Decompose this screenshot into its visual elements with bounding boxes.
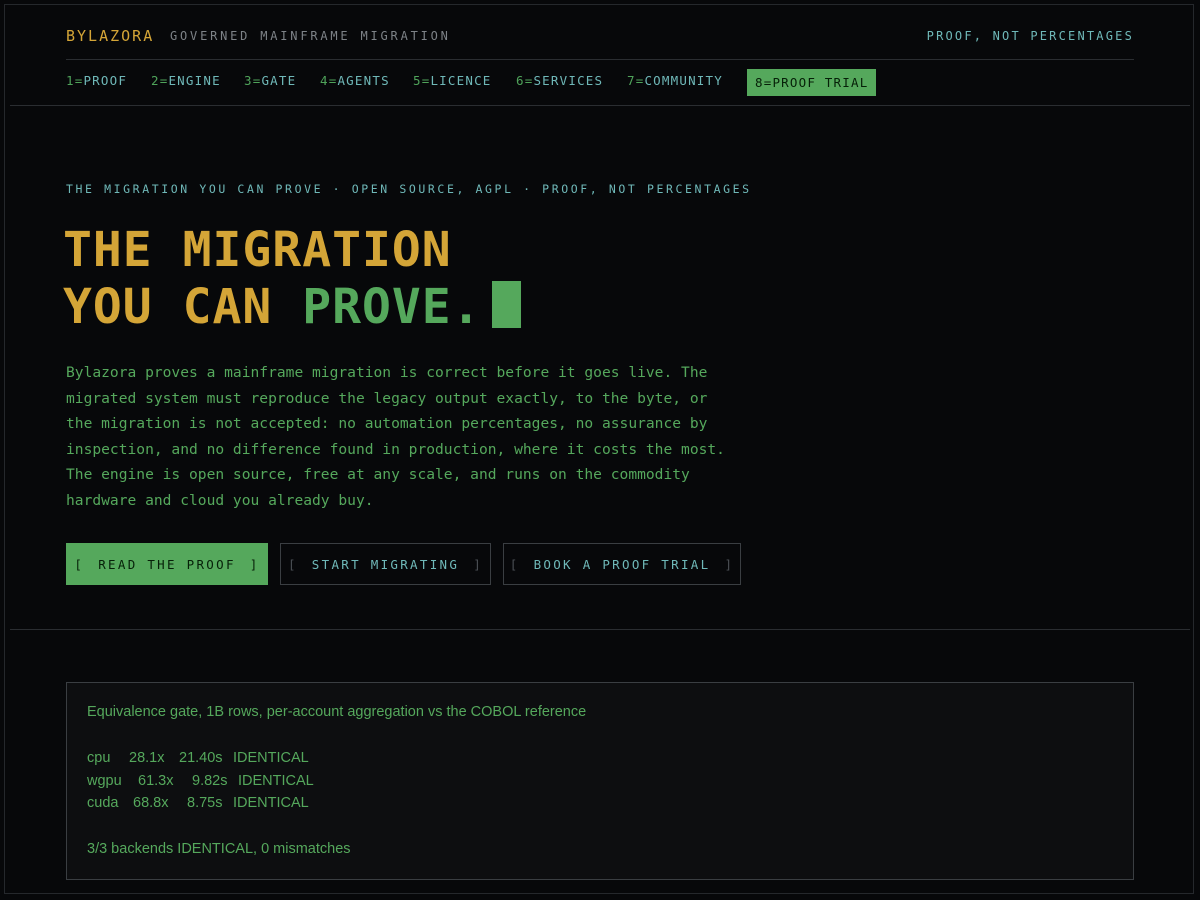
brand-logo[interactable]: BYLAZORA [66,27,154,45]
proof-row: cuda 68.8x 8.75s IDENTICAL [87,795,309,811]
nav-item-agents[interactable]: 4=AGENTS [320,73,390,88]
start-migrating-button[interactable]: [ START MIGRATING ] [280,543,491,585]
book-proof-trial-label: BOOK A PROOF TRIAL [533,556,711,572]
proof-summary: 3/3 backends IDENTICAL, 0 mismatches [87,841,351,857]
nav-item-proof[interactable]: 1=PROOF [66,73,127,88]
hero-description: Bylazora proves a mainframe migration is… [66,364,725,509]
nav-item-community[interactable]: 7=COMMUNITY [627,73,723,88]
nav-item-services[interactable]: 6=SERVICES [516,73,603,88]
speedup: 61.3x [138,773,174,789]
backend-name: cuda [87,795,119,811]
result: IDENTICAL [238,773,314,789]
result: IDENTICAL [233,795,309,811]
duration: 8.75s [187,795,223,811]
headline-prove-word: PROVE. [302,279,482,335]
proof-row: wgpu 61.3x 9.82s IDENTICAL [87,773,314,789]
backend-name: cpu [87,750,111,766]
nav-item-engine[interactable]: 2=ENGINE [151,73,221,88]
hero-eyebrow: THE MIGRATION YOU CAN PROVE · OPEN SOURC… [66,182,752,196]
blinking-cursor [492,281,521,328]
proof-row: cpu 28.1x 21.40s IDENTICAL [87,750,309,766]
nav-item-proof-trial[interactable]: 8=PROOF TRIAL [747,69,877,96]
duration: 21.40s [179,750,223,766]
result: IDENTICAL [233,750,309,766]
brand-tagline: GOVERNED MAINFRAME MIGRATION [170,29,451,43]
proof-title: Equivalence gate, 1B rows, per-account a… [87,704,587,720]
read-proof-label: READ THE PROOF [98,556,236,572]
duration: 9.82s [192,773,228,789]
section-divider [10,629,1190,630]
backend-name: wgpu [87,773,122,789]
read-proof-button[interactable]: [ READ THE PROOF ] [66,543,268,585]
headline-line-1: THE MIGRATION [63,222,452,278]
header-divider [66,59,1134,60]
headline-line-2a: YOU CAN [63,279,303,335]
nav-item-gate[interactable]: 3=GATE [244,73,296,88]
speedup: 68.8x [133,795,169,811]
proof-output-panel: Equivalence gate, 1B rows, per-account a… [66,682,1134,880]
start-migrating-label: START MIGRATING [311,556,460,572]
speedup: 28.1x [129,750,165,766]
header-motto: PROOF, NOT PERCENTAGES [926,29,1134,43]
hero-headline: THE MIGRATION YOU CAN PROVE. [63,222,482,336]
book-proof-trial-button[interactable]: [ BOOK A PROOF TRIAL ] [503,543,741,585]
nav-item-licence[interactable]: 5=LICENCE [413,73,492,88]
nav-divider [10,105,1190,106]
